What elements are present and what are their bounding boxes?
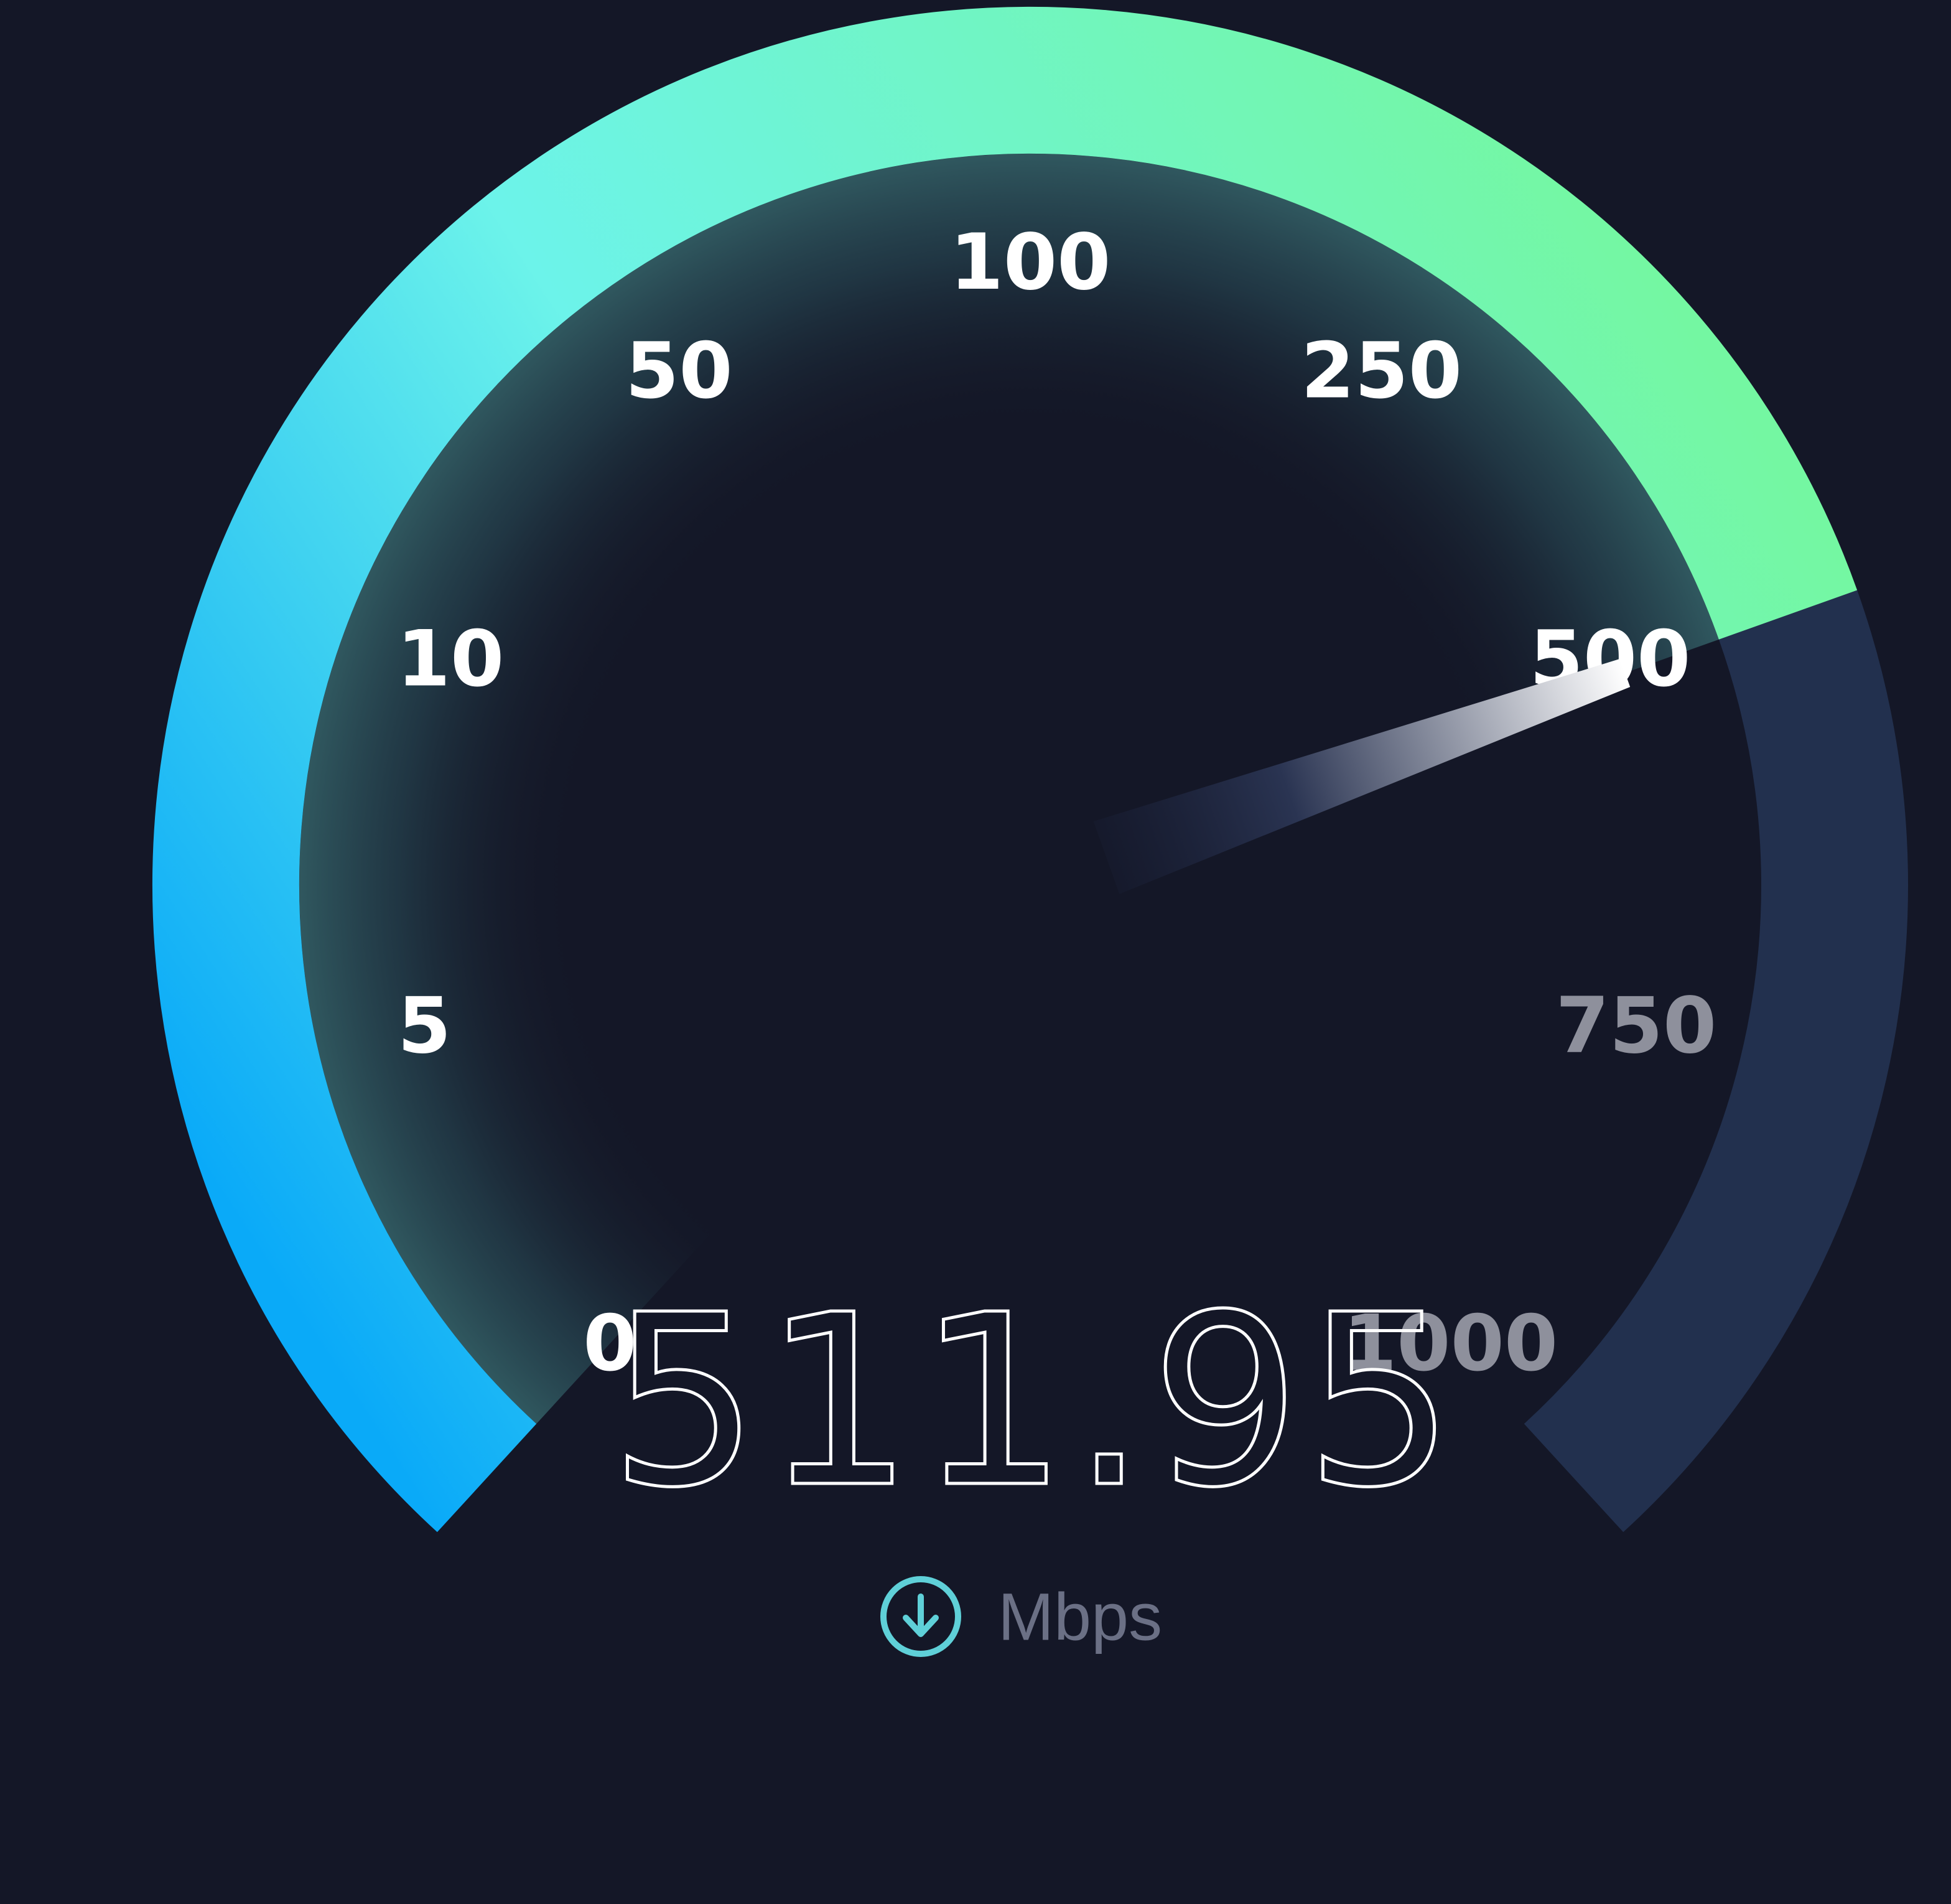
- speed-value: 511.95: [609, 1264, 1459, 1539]
- tick-label-750: 750: [1555, 981, 1716, 1071]
- tick-label-100: 100: [950, 218, 1111, 307]
- speedometer-gauge: 0510501002505007501000 511.95 Mbps: [152, 6, 1908, 1657]
- download-arrow-icon: [880, 1576, 961, 1657]
- tick-label-50: 50: [625, 327, 733, 416]
- tick-label-250: 250: [1301, 327, 1462, 416]
- tick-label-10: 10: [397, 615, 505, 704]
- speed-unit-label: Mbps: [998, 1579, 1162, 1654]
- gauge-needle: [1093, 658, 1631, 894]
- tick-label-5: 5: [398, 981, 451, 1071]
- speed-test-screen: 0 5 10 50 100 250 500 750 1000 511.95 Mbps: [0, 0, 1951, 1904]
